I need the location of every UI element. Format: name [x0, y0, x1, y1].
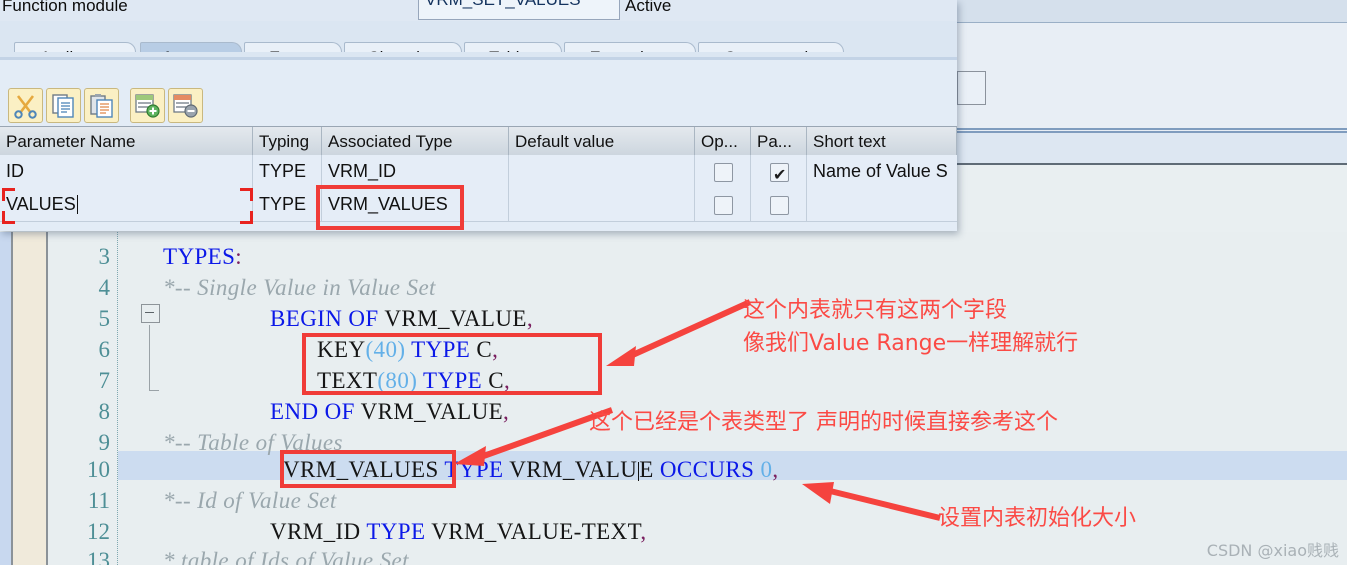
line-number: 5 [98, 306, 111, 331]
table-row[interactable]: VALUES TYPE VRM_VALUES [0, 188, 957, 222]
column-header-typing[interactable]: Typing [253, 127, 322, 156]
delete-row-icon [173, 94, 198, 118]
text-cursor [76, 195, 78, 214]
paste-button[interactable] [84, 88, 119, 123]
background-panel-1 [957, 23, 1347, 136]
source-code-editor[interactable]: 3 4 5 6 7 8 9 10 11 12 13 TYPES: *-- Sin… [0, 232, 1347, 565]
optional-checkbox[interactable] [714, 163, 733, 182]
cell-typing[interactable]: TYPE [253, 188, 322, 221]
object-status-label: Active [625, 0, 672, 15]
insert-row-button[interactable] [130, 88, 165, 123]
copy-icon [52, 94, 74, 118]
column-header-optional[interactable]: Op... [695, 127, 751, 156]
code-line-4[interactable]: *-- Single Value in Value Set [163, 272, 436, 303]
optional-checkbox[interactable] [714, 196, 733, 215]
delete-row-button[interactable] [168, 88, 203, 123]
cell-typing[interactable]: TYPE [253, 155, 322, 188]
object-header-bar: Function module VRM_SET_VALUES Active [0, 0, 957, 21]
background-panel-3 [957, 165, 1347, 232]
line-number: 10 [87, 457, 110, 482]
background-panel-2 [957, 133, 1347, 163]
import-parameter-table: Parameter Name Typing Associated Type De… [0, 126, 957, 231]
cell-parameter-name-text: VALUES [6, 194, 76, 214]
code-line-12[interactable]: VRM_ID TYPE VRM_VALUE-TEXT, [270, 516, 647, 547]
cell-parameter-name[interactable]: ID [0, 155, 253, 188]
fold-range-bar [149, 325, 159, 391]
paste-icon [90, 94, 113, 118]
code-line-5[interactable]: BEGIN OF VRM_VALUE, [270, 303, 533, 334]
object-type-label: Function module [2, 0, 128, 15]
code-line-6[interactable]: KEY(40) TYPE C, [317, 334, 498, 365]
selection-corner-top-right [240, 188, 253, 201]
line-number: 11 [87, 488, 110, 513]
cut-icon [14, 95, 37, 119]
cell-default-value[interactable] [509, 188, 695, 221]
code-line-3[interactable]: TYPES: [163, 241, 242, 272]
column-header-associated-type[interactable]: Associated Type [322, 127, 509, 156]
line-number: 13 [87, 548, 110, 565]
pass-value-checkbox[interactable] [770, 159, 789, 192]
column-header-short-text[interactable]: Short text [807, 127, 957, 156]
pass-value-checkbox[interactable] [770, 196, 789, 215]
selection-corner-bottom-left [2, 211, 15, 224]
object-name-field[interactable]: VRM_SET_VALUES [418, 0, 620, 20]
function-module-import-dialog: Function module VRM_SET_VALUES Active At… [0, 0, 957, 231]
line-number: 3 [98, 244, 111, 269]
cell-default-value[interactable] [509, 155, 695, 188]
cell-pass-value[interactable] [751, 155, 807, 192]
column-header-parameter-name[interactable]: Parameter Name [0, 127, 253, 156]
line-number: 6 [98, 337, 111, 362]
code-line-10[interactable]: VRM_VALUES TYPE VRM_VALUE OCCURS 0, [283, 454, 779, 485]
editor-margin-guide [117, 232, 118, 565]
cell-short-text[interactable] [807, 188, 957, 221]
code-line-8[interactable]: END OF VRM_VALUE, [270, 396, 509, 427]
code-line-11[interactable]: *-- Id of Value Set [163, 485, 337, 516]
code-line-7[interactable]: TEXT(80) TYPE C, [317, 365, 510, 396]
cell-parameter-name[interactable]: VALUES [0, 188, 253, 221]
cell-pass-value[interactable] [751, 188, 807, 221]
fold-collapse-icon[interactable] [141, 304, 160, 323]
cell-optional[interactable] [695, 188, 751, 221]
object-name-value: VRM_SET_VALUES [425, 0, 581, 10]
background-divider-2 [957, 128, 1347, 130]
editor-left-margin-strip [0, 232, 11, 565]
background-titlebar-band [957, 0, 1347, 22]
copy-button[interactable] [46, 88, 81, 123]
editor-breakpoint-gutter[interactable] [13, 232, 46, 565]
cell-associated-type[interactable]: VRM_VALUES [322, 188, 509, 221]
background-checkbox-box [957, 71, 986, 105]
selection-corner-top-left [2, 188, 15, 201]
line-number: 4 [98, 275, 111, 300]
line-number: 8 [98, 399, 111, 424]
cell-optional[interactable] [695, 155, 751, 188]
code-line-13[interactable]: * table of Ids of Value Set [163, 545, 409, 565]
table-row[interactable]: ID TYPE VRM_ID Name of Value S [0, 155, 957, 192]
cell-associated-type[interactable]: VRM_ID [322, 155, 509, 188]
selection-corner-bottom-right [240, 211, 253, 224]
table-header-row: Parameter Name Typing Associated Type De… [0, 126, 957, 157]
cut-button[interactable] [8, 88, 43, 123]
cell-short-text[interactable]: Name of Value S [807, 155, 957, 188]
column-header-pass-value[interactable]: Pa... [751, 127, 807, 156]
insert-row-icon [135, 94, 160, 118]
line-number: 7 [98, 368, 111, 393]
column-header-default-value[interactable]: Default value [509, 127, 695, 156]
line-number: 12 [87, 519, 110, 544]
